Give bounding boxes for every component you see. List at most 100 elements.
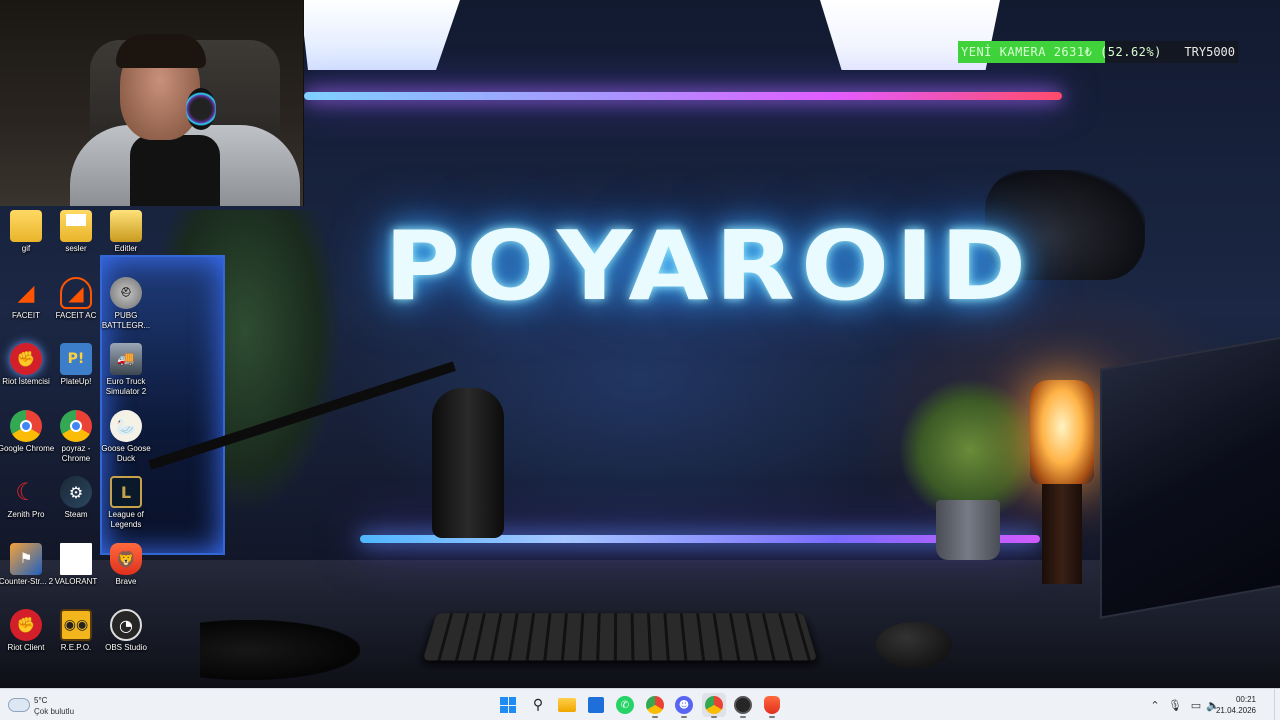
desktop-icon-faceit[interactable]: ◢ FACEIT <box>0 275 52 337</box>
running-indicator <box>711 716 717 718</box>
search-icon: ⚲ <box>532 697 544 713</box>
studio-light-left <box>300 0 460 70</box>
riot-icon: ✊ <box>10 609 42 641</box>
truck-icon: 🚚 <box>110 343 142 375</box>
valorant-icon <box>60 543 92 575</box>
desktop-icon-label: Editler <box>114 244 138 253</box>
desktop-icon-brave[interactable]: 🦁 Brave <box>100 541 152 603</box>
faceit-icon: ◢ <box>17 280 35 306</box>
mouse <box>876 622 952 668</box>
microphone-tray-button[interactable]: 🎙 <box>1166 693 1184 717</box>
desktop-icon-steam[interactable]: ⚙ Steam <box>50 474 102 536</box>
taskbar-obs[interactable] <box>731 693 755 718</box>
desktop-icon-pubg[interactable]: ⛑ PUBG BATTLEGR... <box>100 275 152 337</box>
taskbar-file-explorer[interactable] <box>555 693 579 717</box>
obs-icon: ◔ <box>110 609 142 641</box>
wallpaper-brand-title: POYAROID <box>384 209 1033 323</box>
neon-strip-top <box>304 92 1062 100</box>
cloud-icon <box>8 698 30 712</box>
desktop-icon-google-chrome[interactable]: Google Chrome <box>0 408 54 470</box>
show-desktop-button[interactable] <box>1274 689 1280 720</box>
riot-icon: ✊ <box>10 343 42 375</box>
desktop-icon-league-of-legends[interactable]: L League of Legends <box>100 474 152 536</box>
desktop-icon-counter-strike-2[interactable]: ⚑ Counter-Str... 2 <box>0 541 53 603</box>
desktop-icon-label: League of Legends <box>108 510 144 529</box>
desktop-icon-label: Brave <box>115 577 137 586</box>
taskbar-brave[interactable] <box>760 693 784 718</box>
chrome-icon <box>60 410 92 442</box>
desktop-icon-editler[interactable]: Editler <box>100 208 152 270</box>
network-tray-button[interactable]: ▭ <box>1187 693 1205 717</box>
desktop-icon-label: PUBG BATTLEGR... <box>101 311 151 330</box>
display-icon: ▭ <box>1190 698 1202 712</box>
keyboard <box>422 613 818 661</box>
repo-icon: ◉◉ <box>60 609 92 641</box>
desktop-icon-gif[interactable]: gif <box>0 208 52 270</box>
taskbar-chrome-profile[interactable] <box>643 693 667 718</box>
taskbar-store[interactable] <box>584 693 608 717</box>
webcam-overlay <box>0 0 304 206</box>
taskbar-discord[interactable]: ☻ <box>672 693 696 718</box>
lamp-base <box>1042 484 1082 584</box>
desktop-icon-valorant[interactable]: VALORANT <box>50 541 102 603</box>
desktop-icon-zenith-pro[interactable]: ☾ Zenith Pro <box>0 474 52 536</box>
weather-widget[interactable]: 5°C Çok bulutlu <box>8 693 98 717</box>
desktop-icon-plateup[interactable]: P! PlateUp! <box>50 341 102 403</box>
store-icon <box>588 697 604 713</box>
brave-icon: 🦁 <box>110 543 142 575</box>
monitor-right <box>1100 335 1280 619</box>
folder-icon <box>60 210 92 242</box>
desktop-icon-repo[interactable]: ◉◉ R.E.P.O. <box>50 607 102 669</box>
search-button[interactable]: ⚲ <box>526 693 550 717</box>
desktop-icon-poyraz-chrome[interactable]: poyraz - Chrome <box>50 408 102 470</box>
donation-goal-ticker: YENİ KAMERA 2631₺ (52.62%) TRY5000 <box>958 41 1238 63</box>
weather-condition: Çok bulutlu <box>34 707 75 716</box>
weather-temperature: 5°C <box>34 696 48 705</box>
pubg-icon: ⛑ <box>110 277 142 309</box>
file-explorer-icon <box>558 698 576 712</box>
taskbar: 5°C Çok bulutlu ⚲ ✆ ☻ ⌃ 🎙 ▭ 🔈 00:21 21.0… <box>0 688 1280 720</box>
taskbar-clock[interactable]: 00:21 21.04.2026 <box>1210 694 1256 716</box>
folder-icon <box>110 210 142 242</box>
desktop-icon-riot-istemcisi[interactable]: ✊ Riot İstemcisi <box>0 341 52 403</box>
obs-icon <box>734 696 752 714</box>
desktop-icon-riot-client[interactable]: ✊ Riot Client <box>0 607 52 669</box>
desktop-icon-obs-studio[interactable]: ◔ OBS Studio <box>100 607 152 669</box>
clock-date: 21.04.2026 <box>1215 706 1256 715</box>
donation-goal-target: TRY5000 <box>1184 45 1235 59</box>
plant-pot <box>936 500 1000 560</box>
chrome-icon <box>10 410 42 442</box>
goose-icon: 🦢 <box>110 410 142 442</box>
windows-start-icon <box>500 697 516 713</box>
cs2-icon: ⚑ <box>10 543 42 575</box>
steam-icon: ⚙ <box>60 476 92 508</box>
lamp-glow <box>1030 380 1094 484</box>
desktop-icon-euro-truck[interactable]: 🚚 Euro Truck Simulator 2 <box>100 341 152 403</box>
streamer-hair <box>116 34 206 68</box>
microphone-icon: 🎙 <box>1168 698 1182 712</box>
discord-icon: ☻ <box>675 696 693 714</box>
league-icon: L <box>110 476 142 508</box>
taskbar-whatsapp[interactable]: ✆ <box>613 693 637 717</box>
desktop-icon-label: Goose Goose Duck <box>101 444 151 463</box>
show-hidden-icons-button[interactable]: ⌃ <box>1146 693 1164 717</box>
faceit-ac-icon: ◢ <box>60 277 92 309</box>
chrome-icon <box>705 696 723 714</box>
desktop-icon-sesler[interactable]: sesler <box>50 208 102 270</box>
microphone <box>432 388 504 538</box>
chrome-profile-icon <box>646 696 664 714</box>
clock-time: 00:21 <box>1235 695 1256 704</box>
taskbar-chrome[interactable] <box>702 693 726 718</box>
whatsapp-icon: ✆ <box>616 696 634 714</box>
brave-icon <box>764 696 780 714</box>
headphones <box>200 620 360 680</box>
shirt <box>130 135 220 206</box>
desktop-icon-faceit-ac[interactable]: ◢ FACEIT AC <box>50 275 102 337</box>
running-indicator <box>652 716 658 718</box>
desktop-icon-label: OBS Studio <box>105 643 147 652</box>
start-button[interactable] <box>496 693 520 717</box>
plant-right <box>900 380 1040 520</box>
zenith-icon: ☾ <box>15 478 37 506</box>
chevron-up-icon: ⌃ <box>1150 698 1160 712</box>
desktop-icon-goose-goose-duck[interactable]: 🦢 Goose Goose Duck <box>100 408 152 470</box>
